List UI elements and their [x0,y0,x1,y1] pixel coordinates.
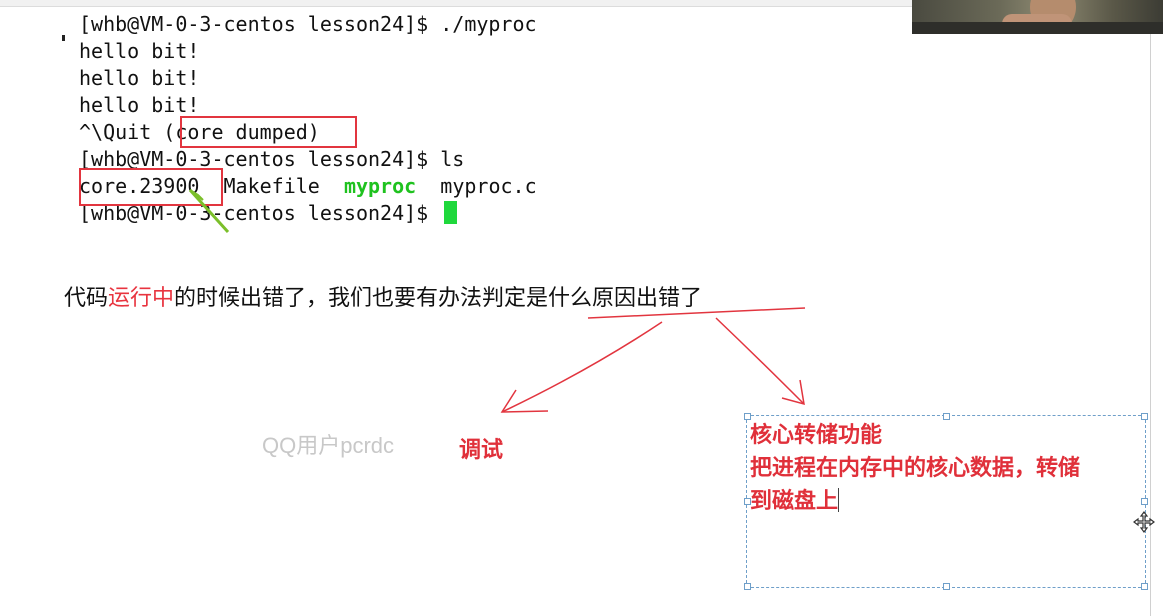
textbox-line-text: 到磁盘上 [750,488,839,514]
text-caret [838,488,840,512]
selected-text-box[interactable]: 核心转储功能 把进程在内存中的核心数据，转储 到磁盘上 [744,413,1148,590]
textbox-line: 核心转储功能 [750,422,883,448]
watermark: QQ用户pcrdc [262,433,395,458]
note-part-2-highlight: 运行中 [108,286,175,311]
debug-label: 调试 [459,437,504,463]
textbox-content[interactable]: 核心转储功能 把进程在内存中的核心数据，转储 到磁盘上 [750,419,1146,518]
resize-handle[interactable] [943,583,950,590]
textbox-line: 把进程在内存中的核心数据，转储 [750,455,1081,481]
resize-handle[interactable] [744,583,751,590]
move-icon[interactable] [1132,510,1156,534]
pointer-arrow-icon [188,188,230,234]
note-sentence: 代码运行中的时候出错了，我们也要有办法判定是什么原因出错了 [64,280,702,312]
right-arrow-stroke [715,317,805,405]
left-arrow-stroke [501,321,663,413]
textbox-line-last: 到磁盘上 [750,485,1146,518]
resize-handle[interactable] [1141,583,1148,590]
note-part-3: 的时候出错了，我们也要有办法判定是什么原因出错了 [174,286,703,311]
note-part-1: 代码 [64,286,109,311]
